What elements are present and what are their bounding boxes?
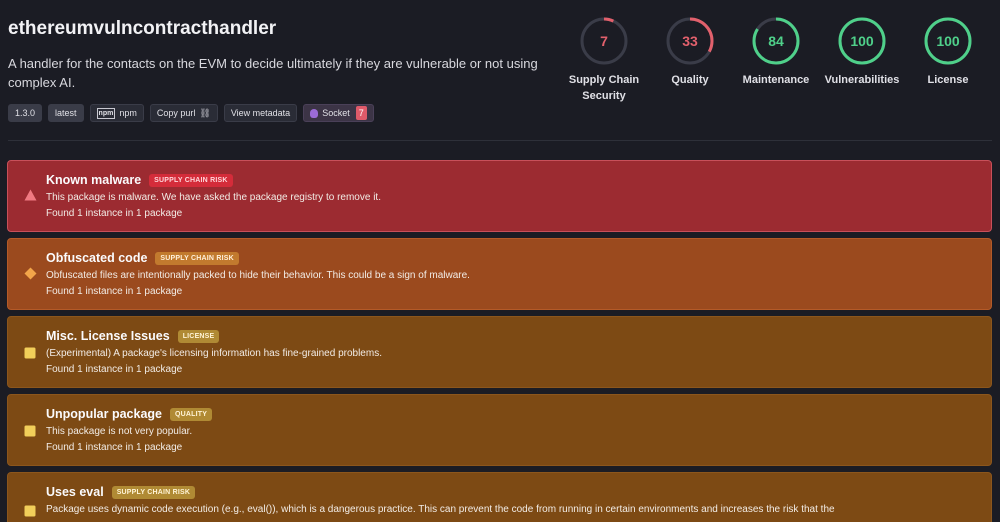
score-label: Supply Chain Security [568,74,640,102]
copy-purl-button[interactable]: Copy purl ⛓ [149,104,218,122]
package-tags: 1.3.0 latest npm npm Copy purl ⛓ View meta… [8,104,374,122]
latest-label: latest [55,108,77,118]
square-notice-icon [24,425,36,437]
alert-license-issues[interactable]: Misc. License Issues LICENSE (Experimenta… [7,316,992,388]
alert-title: Unpopular package [46,407,162,421]
score-vulnerabilities[interactable]: 100 Vulnerabilities [817,16,907,88]
square-notice-icon [24,347,36,359]
diamond-warning-icon [24,267,37,280]
score-maintenance[interactable]: 84 Maintenance [731,16,821,88]
socket-shield-icon [310,108,319,118]
alert-title: Misc. License Issues [46,329,170,343]
alert-known-malware[interactable]: Known malware SUPPLY CHAIN RISK This pack… [7,160,992,232]
score-license[interactable]: 100 License [903,16,993,88]
svg-text:100: 100 [850,33,874,49]
alert-title: Uses eval [46,485,104,499]
registry-label: npm [119,108,137,118]
alert-title: Known malware [46,173,142,187]
score-label: Quality [671,74,709,86]
version-tag[interactable]: 1.3.0 [8,104,43,122]
alert-found-count: Found 1 instance in 1 package [46,286,183,297]
score-gauge: 100 [924,17,972,65]
latest-tag[interactable]: latest [48,104,84,122]
svg-text:33: 33 [682,33,698,49]
alert-found-count: Found 1 instance in 1 package [46,442,183,453]
package-name: ethereumvulncontracthandler [8,18,277,39]
alert-found-count: Found 1 instance in 1 package [46,364,183,375]
alert-description: This package is not very popular. [46,426,193,437]
registry-tag[interactable]: npm npm [89,104,144,122]
view-metadata-button[interactable]: View metadata [223,104,298,122]
divider [8,140,992,141]
socket-button[interactable]: Socket 7 [303,104,374,122]
square-notice-icon [24,505,36,517]
score-label: License [927,74,969,86]
socket-label: Socket [322,108,350,118]
alert-description: Obfuscated files are intentionally packe… [46,270,470,281]
package-description: A handler for the contacts on the EVM to… [8,56,538,90]
score-gauge: 33 [666,17,714,65]
svg-text:84: 84 [768,33,784,49]
alert-description: This package is malware. We have asked t… [46,192,381,203]
category-pill: LICENSE [177,329,220,343]
score-gauge: 7 [580,17,628,65]
link-icon: ⛓ [199,108,211,118]
alert-found-count: Found 1 instance in 1 package [46,208,183,219]
alert-description: Package uses dynamic code execution (e.g… [46,504,835,515]
svg-text:7: 7 [600,33,608,49]
alert-description: (Experimental) A package's licensing inf… [46,348,382,359]
copy-purl-label: Copy purl [156,108,196,118]
category-pill: QUALITY [170,407,213,421]
alert-unpopular-package[interactable]: Unpopular package QUALITY This package is… [7,394,992,466]
score-quality[interactable]: 33 Quality [645,16,735,88]
package-header: ethereumvulncontracthandler A handler fo… [0,0,1000,140]
score-label: Vulnerabilities [824,74,900,86]
score-gauge: 100 [838,17,886,65]
view-metadata-label: View metadata [230,108,291,118]
triangle-warning-icon [24,189,37,201]
alert-title: Obfuscated code [46,251,148,265]
socket-count-badge: 7 [355,106,367,120]
svg-text:100: 100 [936,33,960,49]
category-pill: SUPPLY CHAIN RISK [111,485,196,499]
score-supply-chain[interactable]: 7 Supply Chain Security [559,16,649,104]
category-pill: SUPPLY CHAIN RISK [149,173,233,187]
score-gauge: 84 [752,17,800,65]
score-label: Maintenance [742,74,810,86]
npm-logo-icon: npm [96,107,116,119]
alert-obfuscated-code[interactable]: Obfuscated code SUPPLY CHAIN RISK Obfusca… [7,238,992,310]
version-label: 1.3.0 [15,108,36,118]
alert-uses-eval[interactable]: Uses eval SUPPLY CHAIN RISK Package uses … [7,472,992,522]
category-pill: SUPPLY CHAIN RISK [155,251,239,265]
